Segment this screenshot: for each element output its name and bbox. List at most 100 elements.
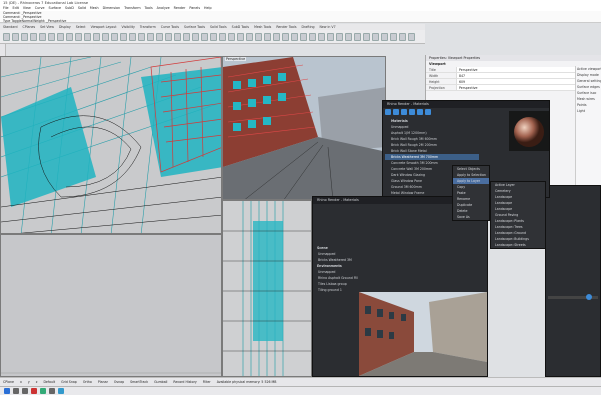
tool-icon[interactable] (282, 32, 289, 41)
tool-icon[interactable] (165, 32, 172, 41)
tool-icon[interactable] (12, 32, 19, 41)
tool-icon[interactable] (219, 32, 226, 41)
tool-icon[interactable] (273, 32, 280, 41)
tool-icon[interactable] (183, 32, 190, 41)
scene-list: Scene Unmapped Bricks Weathered 3M Envir… (315, 245, 359, 355)
tool-icon[interactable] (237, 32, 244, 41)
slider-thumb[interactable] (586, 294, 592, 300)
app-icon[interactable] (40, 388, 46, 394)
app-icon[interactable] (58, 388, 64, 394)
material-icon[interactable] (393, 109, 399, 115)
tool-icon[interactable] (30, 32, 37, 41)
status-item[interactable]: Default (43, 380, 55, 384)
tool-icon[interactable] (354, 32, 361, 41)
submenu-option[interactable]: Landscape::Streets (491, 242, 545, 248)
tool-icon[interactable] (210, 32, 217, 41)
material-toolbar (385, 109, 481, 116)
status-item[interactable]: Filter (203, 380, 211, 384)
status-item: Available physical memory: 5 526 MB (216, 380, 277, 384)
app-icon[interactable] (49, 388, 55, 394)
viewport-top-left[interactable] (0, 56, 222, 234)
app-icon[interactable] (22, 388, 28, 394)
tool-icon[interactable] (255, 32, 262, 41)
icon-toolbar (0, 30, 425, 44)
tool-icon[interactable] (264, 32, 271, 41)
viewport-bottom-left[interactable] (0, 234, 222, 377)
tool-icon[interactable] (381, 32, 388, 41)
tool-icon[interactable] (345, 32, 352, 41)
status-item[interactable]: Gumball (154, 380, 167, 384)
app-window: 15 (DE) - Rhinoceros 7 Educational Lab L… (0, 0, 601, 395)
property-key: Projection (429, 86, 445, 90)
tool-icon[interactable] (336, 32, 343, 41)
tool-icon[interactable] (3, 32, 10, 41)
material-icon[interactable] (409, 109, 415, 115)
perspective-render (223, 57, 385, 199)
tool-icon[interactable] (174, 32, 181, 41)
app-icon[interactable] (31, 388, 37, 394)
material-icon[interactable] (401, 109, 407, 115)
tool-icon[interactable] (372, 32, 379, 41)
option-item[interactable]: Light (576, 108, 601, 114)
tool-icon[interactable] (399, 32, 406, 41)
status-item[interactable]: SmartTrack (130, 380, 148, 384)
property-key: Width (429, 74, 439, 78)
tool-icon[interactable] (129, 32, 136, 41)
tool-icon[interactable] (228, 32, 235, 41)
property-key: Height (429, 80, 440, 84)
status-item[interactable]: Record History (173, 380, 196, 384)
tool-icon[interactable] (66, 32, 73, 41)
tool-icon[interactable] (246, 32, 253, 41)
tool-icon[interactable] (318, 32, 325, 41)
status-item: x (19, 380, 22, 384)
tool-icon[interactable] (48, 32, 55, 41)
tool-icon[interactable] (327, 32, 334, 41)
dark-side-panel (545, 185, 601, 377)
street-render (359, 292, 487, 376)
status-item[interactable]: CPlane (3, 380, 14, 384)
tool-icon[interactable] (93, 32, 100, 41)
material-icon[interactable] (385, 109, 391, 115)
tool-icon[interactable] (192, 32, 199, 41)
tool-icon[interactable] (201, 32, 208, 41)
tool-icon[interactable] (84, 32, 91, 41)
tool-icon[interactable] (390, 32, 397, 41)
tool-icon[interactable] (75, 32, 82, 41)
tool-icon[interactable] (120, 32, 127, 41)
tool-icon[interactable] (102, 32, 109, 41)
tool-icon[interactable] (363, 32, 370, 41)
app-icon[interactable] (13, 388, 19, 394)
status-item[interactable]: Osnap (114, 380, 124, 384)
command-line: Type ToggleNormalWeight: _Perspective (3, 19, 67, 23)
material-icon[interactable] (417, 109, 423, 115)
tool-icon[interactable] (138, 32, 145, 41)
status-item: z (35, 380, 38, 384)
tool-icon[interactable] (111, 32, 118, 41)
viewport-grid (1, 235, 221, 376)
start-icon[interactable] (4, 388, 10, 394)
status-item[interactable]: Planar (98, 380, 108, 384)
menu-option[interactable]: Save As (453, 214, 489, 220)
material-window-title: Rhino Render - Materials (383, 101, 549, 108)
tool-icon[interactable] (309, 32, 316, 41)
command-history[interactable]: Command: _Perspective Command: _Perspect… (0, 11, 601, 23)
tool-icon[interactable] (291, 32, 298, 41)
tool-icon[interactable] (147, 32, 154, 41)
material-icon[interactable] (425, 109, 431, 115)
display-options-list: Active viewport Display mode General set… (575, 66, 601, 186)
tool-icon[interactable] (57, 32, 64, 41)
viewport-perspective[interactable]: Perspective (222, 56, 386, 200)
tool-icon[interactable] (156, 32, 163, 41)
status-item[interactable]: Grid Snap (61, 380, 77, 384)
material-editor-lower: Rhino Render - Materials Scene Unmapped … (312, 196, 488, 377)
render-preview (359, 292, 487, 376)
list-item[interactable]: Tiling ground 1 (315, 287, 359, 293)
tool-icon[interactable] (300, 32, 307, 41)
tool-icon[interactable] (21, 32, 28, 41)
viewport-bottom-right[interactable] (222, 200, 312, 377)
front-wireframe (223, 201, 311, 376)
tool-icon[interactable] (39, 32, 46, 41)
viewport-label[interactable]: Perspective (225, 57, 247, 61)
status-item[interactable]: Ortho (83, 380, 92, 384)
tool-icon[interactable] (408, 32, 415, 41)
